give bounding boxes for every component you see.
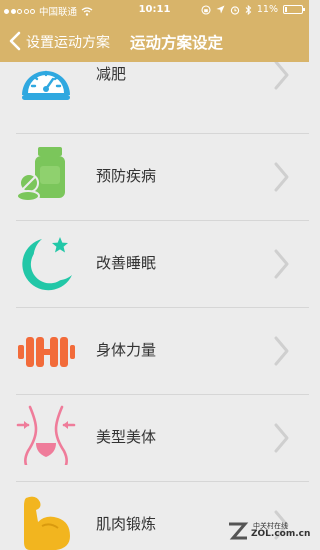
list-item-prevent-disease[interactable]: 预防疾病: [0, 134, 309, 221]
chevron-right-icon: [274, 62, 289, 90]
list-item-body-strength[interactable]: 身体力量: [0, 308, 309, 395]
alarm-icon: [230, 5, 240, 15]
list-item-label: 减肥: [96, 65, 127, 83]
status-bar: 中国联通 10:11 11%: [0, 0, 309, 20]
dumbbell-icon: [18, 337, 75, 367]
plan-list: 减肥 预防疾病 改善睡眠 身体力量 美型美体 肌肉锻炼: [0, 62, 309, 550]
lock-rotation-icon: [201, 4, 211, 15]
zol-logo-icon: [229, 522, 249, 540]
battery-level-fill: [285, 7, 287, 12]
page-title: 运动方案设定: [130, 34, 224, 52]
medicine-bottle-icon: [16, 147, 65, 202]
chevron-right-icon: [274, 162, 289, 192]
battery-percent: 11%: [256, 4, 278, 15]
back-button[interactable]: 设置运动方案: [26, 32, 110, 52]
speedometer-icon: [22, 70, 70, 100]
list-item-label: 美型美体: [96, 428, 157, 446]
body-shape-icon: [16, 405, 76, 465]
list-item-label: 肌肉锻炼: [96, 515, 157, 533]
status-right: 11%: [201, 4, 305, 15]
back-chevron-icon[interactable]: [6, 30, 26, 52]
list-item-label: 预防疾病: [96, 167, 157, 185]
chevron-right-icon: [274, 336, 289, 366]
chevron-right-icon: [274, 423, 289, 453]
list-item-label: 身体力量: [96, 341, 157, 359]
zol-watermark: 中关村在线 ZOL.com.cn: [227, 520, 310, 542]
list-item-lose-weight[interactable]: 减肥: [0, 62, 309, 134]
nav-bar: 设置运动方案 运动方案设定: [0, 20, 309, 62]
chevron-right-icon: [274, 249, 289, 279]
watermark-line2: ZOL.com.cn: [251, 529, 311, 539]
list-item-label: 改善睡眠: [96, 254, 157, 272]
bluetooth-icon: [245, 4, 252, 15]
list-item-body-shaping[interactable]: 美型美体: [0, 395, 309, 482]
list-item-improve-sleep[interactable]: 改善睡眠: [0, 221, 309, 308]
flexed-arm-icon: [24, 496, 70, 550]
battery-icon: [283, 5, 305, 14]
moon-star-icon: [22, 237, 73, 291]
location-arrow-icon: [216, 5, 225, 14]
